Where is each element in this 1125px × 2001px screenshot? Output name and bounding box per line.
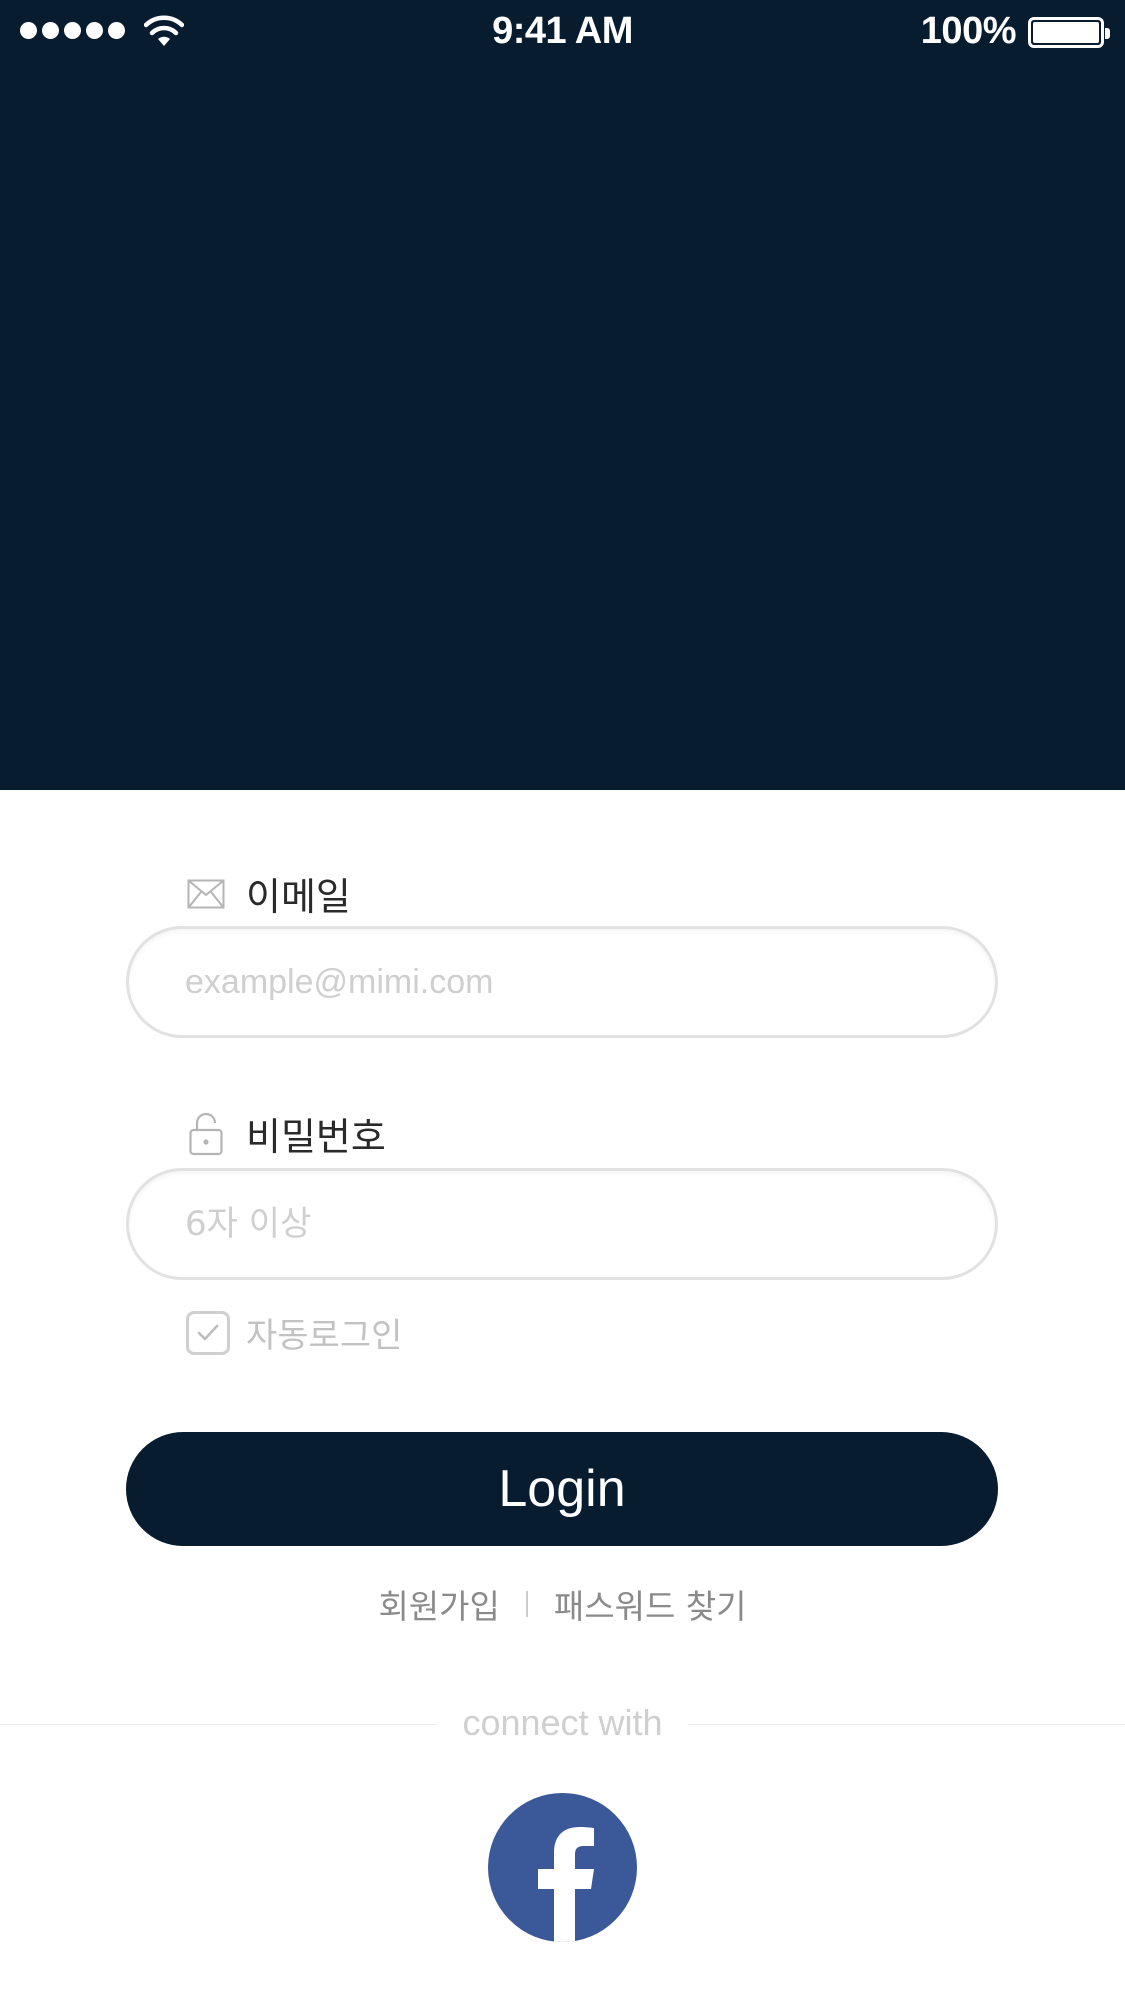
divider-line-right [688,1724,1125,1725]
password-label-text: 비밀번호 [246,1115,386,1159]
signup-link[interactable]: 회원가입 [378,1580,499,1628]
email-field[interactable] [126,926,998,1038]
email-label: 이메일 [186,866,351,921]
link-divider [525,1591,528,1617]
password-label: 비밀번호 [186,1106,386,1161]
envelope-icon [186,874,226,914]
email-label-text: 이메일 [246,875,351,919]
header-banner: 9:41 AM 100% [0,0,1125,790]
battery-percentage: 100% [920,10,1017,52]
facebook-icon [538,1827,594,1942]
find-password-link[interactable]: 패스워드 찾기 [554,1580,747,1628]
login-button[interactable]: Login [126,1432,998,1546]
connect-with-divider: connect with [0,1700,1125,1746]
auto-login-label: 자동로그인 [246,1316,403,1356]
unlock-icon [186,1112,226,1155]
auto-login-toggle[interactable]: 자동로그인 [186,1308,402,1357]
connect-with-label: connect with [462,1702,663,1743]
account-links: 회원가입 패스워드 찾기 [0,1580,1125,1628]
password-field[interactable] [126,1168,998,1280]
facebook-login-button[interactable] [488,1793,637,1942]
status-bar: 9:41 AM 100% [0,0,1125,64]
check-icon [197,1324,219,1340]
battery-icon [1028,17,1110,48]
auto-login-checkbox[interactable] [186,1310,230,1355]
